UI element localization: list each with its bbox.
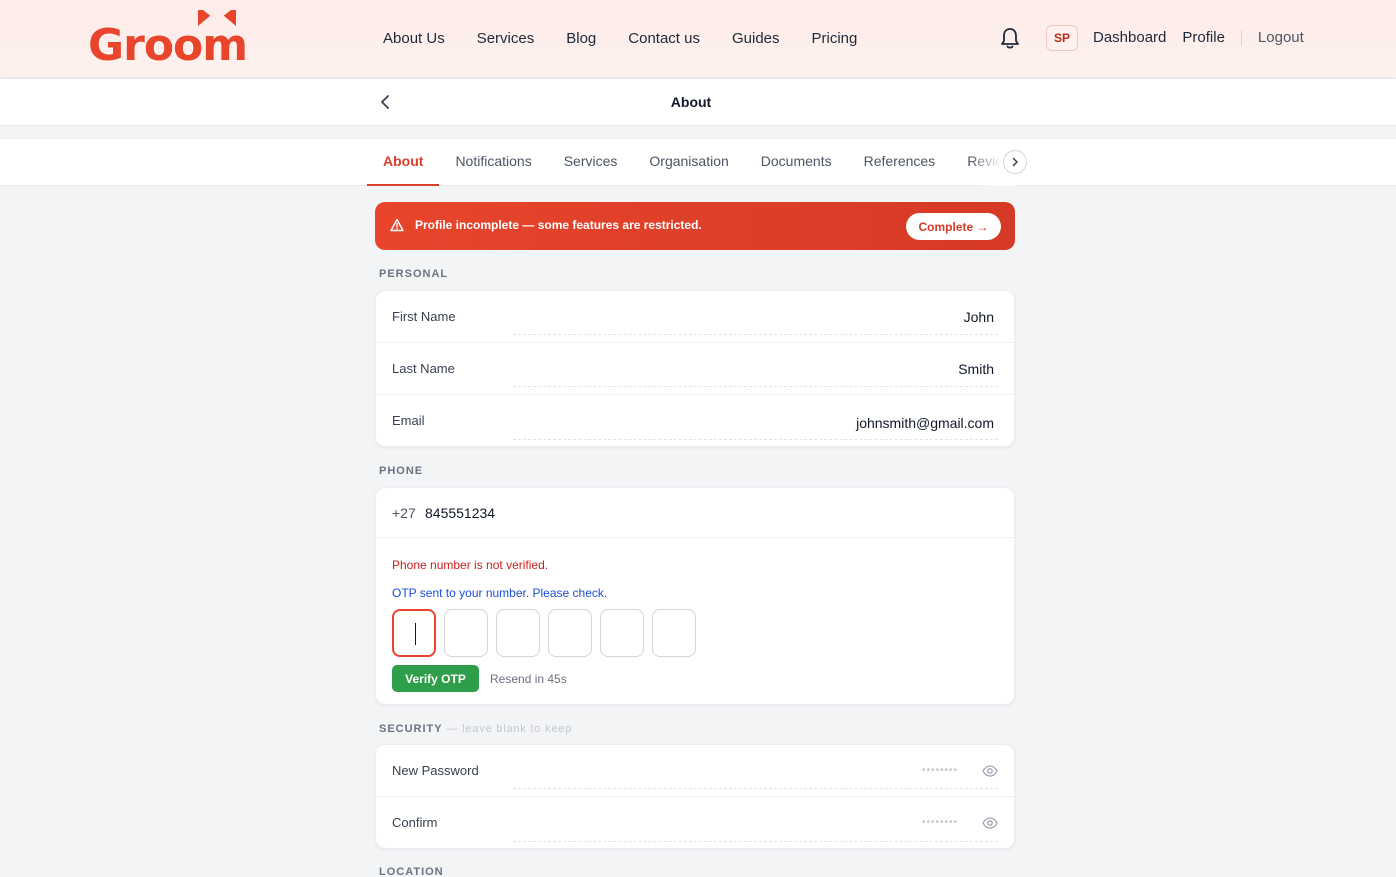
tab-references[interactable]: References	[848, 139, 952, 186]
new-password-input[interactable]: ••••••••	[922, 765, 958, 776]
section-label-location: LOCATION	[379, 866, 444, 877]
page-header: About	[0, 79, 1396, 126]
section-label-security: SECURITY — leave blank to keep	[379, 723, 572, 735]
last-name-label: Last Name	[392, 361, 455, 376]
email-underline	[513, 439, 998, 440]
user-avatar[interactable]: SP	[1046, 25, 1078, 51]
complete-profile-button[interactable]: Complete →	[906, 213, 1001, 240]
country-code-select[interactable]: +27	[392, 505, 416, 521]
first-name-underline	[513, 334, 998, 335]
dashboard-link[interactable]: Dashboard	[1093, 29, 1166, 46]
last-name-field[interactable]: Smith	[958, 361, 994, 377]
phone-card: +27 845551234 Phone number is not verifi…	[375, 487, 1015, 705]
phone-number-input[interactable]: 845551234	[425, 505, 495, 521]
section-label-phone: PHONE	[379, 465, 424, 477]
last-name-underline	[513, 386, 998, 387]
personal-card: First Name John Last Name Smith Email jo…	[375, 290, 1015, 447]
banner-message: Profile incomplete — some features are r…	[415, 218, 702, 232]
tab-notifications[interactable]: Notifications	[439, 139, 547, 186]
confirm-password-underline	[513, 841, 998, 842]
profile-link[interactable]: Profile	[1182, 29, 1225, 46]
tab-about[interactable]: About	[367, 139, 440, 186]
tab-organisation[interactable]: Organisation	[633, 139, 744, 186]
confirm-password-row: Confirm ••••••••	[376, 797, 1014, 849]
logo-trademark: ™	[236, 40, 243, 47]
nav-link-blog[interactable]: Blog	[566, 30, 596, 47]
otp-digit-2[interactable]	[444, 609, 488, 657]
security-hint: — leave blank to keep	[446, 723, 573, 735]
warning-icon	[390, 218, 404, 232]
otp-digit-1[interactable]	[392, 609, 436, 657]
main-nav: About Us Services Blog Contact us Guides…	[383, 30, 889, 47]
new-password-underline	[513, 788, 998, 789]
groom-logo[interactable]: Groom ™	[88, 10, 248, 68]
resend-countdown: Resend in 45s	[490, 672, 567, 686]
email-label: Email	[392, 413, 425, 428]
logout-link[interactable]: Logout	[1258, 29, 1304, 46]
nav-divider	[1240, 29, 1242, 46]
tab-documents[interactable]: Documents	[745, 139, 848, 186]
nav-link-pricing[interactable]: Pricing	[812, 30, 858, 47]
last-name-row: Last Name Smith	[376, 343, 1014, 395]
otp-digit-4[interactable]	[548, 609, 592, 657]
phone-unverified-error: Phone number is not verified.	[392, 558, 549, 572]
security-label-text: SECURITY	[379, 723, 443, 735]
otp-digit-3[interactable]	[496, 609, 540, 657]
logo-wordmark: Groom	[88, 20, 248, 71]
otp-digit-5[interactable]	[600, 609, 644, 657]
new-password-label: New Password	[392, 763, 479, 778]
nav-link-about-us[interactable]: About Us	[383, 30, 445, 47]
email-row: Email johnsmith@gmail.com	[376, 395, 1014, 447]
otp-digit-6[interactable]	[652, 609, 696, 657]
first-name-row: First Name John	[376, 291, 1014, 343]
confirm-password-label: Confirm	[392, 815, 438, 830]
confirm-password-input[interactable]: ••••••••	[922, 817, 958, 828]
top-navigation: Groom ™ About Us Services Blog Contact u…	[0, 0, 1396, 78]
otp-sent-message: OTP sent to your number. Please check.	[392, 586, 608, 600]
eye-icon[interactable]	[982, 816, 998, 830]
account-links: Dashboard Profile Logout	[1093, 29, 1304, 46]
profile-tabs: About Notifications Services Organisatio…	[367, 139, 1015, 186]
tabs-scroll-right-button[interactable]	[1003, 150, 1027, 174]
new-password-row: New Password ••••••••	[376, 745, 1014, 797]
first-name-field[interactable]: John	[964, 309, 994, 325]
security-card: New Password •••••••• Confirm ••••••••	[375, 744, 1015, 849]
section-label-personal: PERSONAL	[379, 268, 449, 280]
phone-row: +27 845551234	[376, 488, 1014, 538]
nav-link-contact-us[interactable]: Contact us	[628, 30, 700, 47]
email-field[interactable]: johnsmith@gmail.com	[856, 415, 994, 431]
tab-services[interactable]: Services	[548, 139, 634, 186]
first-name-label: First Name	[392, 309, 456, 324]
eye-icon[interactable]	[982, 764, 998, 778]
nav-link-guides[interactable]: Guides	[732, 30, 780, 47]
bell-icon[interactable]	[999, 26, 1021, 50]
nav-link-services[interactable]: Services	[477, 30, 535, 47]
page-title: About	[670, 94, 712, 110]
profile-incomplete-banner: Profile incomplete — some features are r…	[375, 202, 1015, 250]
profile-tabs-bar: About Notifications Services Organisatio…	[0, 138, 1396, 186]
chevron-right-icon	[1012, 157, 1018, 167]
verify-otp-button[interactable]: Verify OTP	[392, 665, 479, 692]
